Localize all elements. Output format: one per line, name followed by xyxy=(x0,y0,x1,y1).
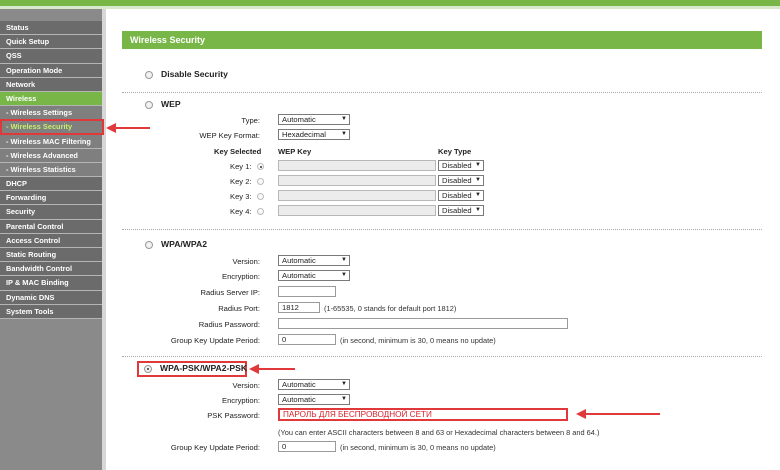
psk-password-hint: (You can enter ASCII characters between … xyxy=(278,428,600,437)
sidebar: Status Quick Setup QSS Operation Mode Ne… xyxy=(0,9,102,470)
divider xyxy=(122,92,762,93)
sidebar-item-bandwidth-control[interactable]: Bandwidth Control xyxy=(0,262,102,277)
wpa-label: WPA/WPA2 xyxy=(161,239,207,249)
wep-key2-label: Key 2: xyxy=(230,177,252,186)
wpa-group-key-hint: (in second, minimum is 30, 0 means no up… xyxy=(340,336,496,345)
annotation-arrow-wpa-psk-line xyxy=(257,368,295,370)
wpa-encryption-label: Encryption: xyxy=(222,272,260,281)
sidebar-item-security[interactable]: Security xyxy=(0,205,102,220)
wpa-encryption-select[interactable]: Automatic ▼ xyxy=(278,270,350,281)
chevron-down-icon: ▼ xyxy=(475,162,481,168)
sidebar-item-wireless-mac-filtering[interactable]: - Wireless MAC Filtering xyxy=(0,134,102,149)
radius-password-label: Radius Password: xyxy=(198,320,260,329)
chevron-down-icon: ▼ xyxy=(475,177,481,183)
sidebar-item-static-routing[interactable]: Static Routing xyxy=(0,248,102,263)
divider xyxy=(122,229,762,230)
sidebar-item-dynamic-dns[interactable]: Dynamic DNS xyxy=(0,290,102,305)
chevron-down-icon: ▼ xyxy=(341,116,347,122)
chevron-down-icon: ▼ xyxy=(475,192,481,198)
wep-key4-input[interactable] xyxy=(278,205,436,216)
sidebar-item-ip-mac-binding[interactable]: IP & MAC Binding xyxy=(0,276,102,291)
wep-key2-input[interactable] xyxy=(278,175,436,186)
wep-radio[interactable] xyxy=(145,101,153,109)
wep-key1-type-select[interactable]: Disabled ▼ xyxy=(438,160,484,171)
radius-password-input[interactable] xyxy=(278,318,568,329)
sidebar-item-dhcp[interactable]: DHCP xyxy=(0,177,102,192)
chevron-down-icon: ▼ xyxy=(341,396,347,402)
wpa-radio[interactable] xyxy=(145,241,153,249)
radius-server-ip-input[interactable] xyxy=(278,286,336,297)
wep-key1-label: Key 1: xyxy=(230,162,252,171)
wpa-psk-radio[interactable] xyxy=(144,365,152,373)
page-title: Wireless Security xyxy=(122,31,762,49)
psk-group-key-hint: (in second, minimum is 30, 0 means no up… xyxy=(340,443,496,452)
wep-key4-label: Key 4: xyxy=(230,207,252,216)
sidebar-item-quick-setup[interactable]: Quick Setup xyxy=(0,35,102,50)
wpa-group-key-label: Group Key Update Period: xyxy=(170,336,260,345)
disable-security-label: Disable Security xyxy=(161,69,228,79)
psk-version-label: Version: xyxy=(232,381,260,390)
wpa-group-key-input[interactable]: 0 xyxy=(278,334,336,345)
sidebar-item-forwarding[interactable]: Forwarding xyxy=(0,191,102,206)
sidebar-item-access-control[interactable]: Access Control xyxy=(0,233,102,248)
wep-key4-type-select[interactable]: Disabled ▼ xyxy=(438,205,484,216)
wep-key-format-label: WEP Key Format: xyxy=(199,131,260,140)
wep-key3-input[interactable] xyxy=(278,190,436,201)
radius-port-hint: (1-65535, 0 stands for default port 1812… xyxy=(324,304,457,313)
wep-key1-radio[interactable] xyxy=(257,163,264,170)
chevron-down-icon: ▼ xyxy=(341,257,347,263)
wep-label: WEP xyxy=(161,99,181,109)
sidebar-item-qss[interactable]: QSS xyxy=(0,49,102,64)
wep-key1-input[interactable] xyxy=(278,160,436,171)
wep-key4-radio[interactable] xyxy=(257,208,264,215)
key-type-header: Key Type xyxy=(438,147,472,156)
psk-password-value: ПАРОЛЬ ДЛЯ БЕСПРОВОДНОЙ СЕТИ xyxy=(283,410,432,419)
wep-type-select[interactable]: Automatic ▼ xyxy=(278,114,350,125)
sidebar-item-network[interactable]: Network xyxy=(0,77,102,92)
psk-encryption-label: Encryption: xyxy=(222,396,260,405)
wep-key3-label: Key 3: xyxy=(230,192,252,201)
psk-encryption-select[interactable]: Automatic ▼ xyxy=(278,394,350,405)
wep-key3-type-select[interactable]: Disabled ▼ xyxy=(438,190,484,201)
wep-key2-type-select[interactable]: Disabled ▼ xyxy=(438,175,484,186)
chevron-down-icon: ▼ xyxy=(341,381,347,387)
chevron-down-icon: ▼ xyxy=(475,207,481,213)
psk-password-label: PSK Password: xyxy=(207,411,260,420)
radius-server-ip-label: Radius Server IP: xyxy=(200,288,260,297)
wep-key3-radio[interactable] xyxy=(257,193,264,200)
wep-key-header: WEP Key xyxy=(278,147,312,156)
chevron-down-icon: ▼ xyxy=(341,272,347,278)
wep-key2-radio[interactable] xyxy=(257,178,264,185)
psk-version-select[interactable]: Automatic ▼ xyxy=(278,379,350,390)
wep-type-label: Type: xyxy=(241,116,260,125)
divider xyxy=(122,356,762,357)
radius-port-input[interactable]: 1812 xyxy=(278,302,320,313)
psk-password-input[interactable]: ПАРОЛЬ ДЛЯ БЕСПРОВОДНОЙ СЕТИ xyxy=(278,408,568,421)
sidebar-item-wireless-advanced[interactable]: - Wireless Advanced xyxy=(0,148,102,163)
psk-group-key-input[interactable]: 0 xyxy=(278,441,336,452)
key-selected-header: Key Selected xyxy=(214,147,262,156)
wpa-version-select[interactable]: Automatic ▼ xyxy=(278,255,350,266)
wpa-version-label: Version: xyxy=(232,257,260,266)
sidebar-item-wireless-statistics[interactable]: - Wireless Statistics xyxy=(0,162,102,178)
radius-port-label: Radius Port: xyxy=(218,304,260,313)
sidebar-item-operation-mode[interactable]: Operation Mode xyxy=(0,63,102,78)
chevron-down-icon: ▼ xyxy=(341,131,347,137)
sidebar-item-wireless[interactable]: Wireless xyxy=(0,91,102,107)
main-content: Wireless Security Disable Security WEP T… xyxy=(106,9,780,470)
wpa-psk-label: WPA-PSK/WPA2-PSK xyxy=(160,363,248,373)
sidebar-item-system-tools[interactable]: System Tools xyxy=(0,304,102,319)
sidebar-item-status[interactable]: Status xyxy=(0,21,102,36)
annotation-arrow-psk-line xyxy=(584,413,660,415)
sidebar-item-parental-control[interactable]: Parental Control xyxy=(0,219,102,234)
psk-group-key-label: Group Key Update Period: xyxy=(170,443,260,452)
annotation-box-sidebar xyxy=(0,119,104,135)
disable-security-radio[interactable] xyxy=(145,71,153,79)
wep-key-format-select[interactable]: Hexadecimal ▼ xyxy=(278,129,350,140)
